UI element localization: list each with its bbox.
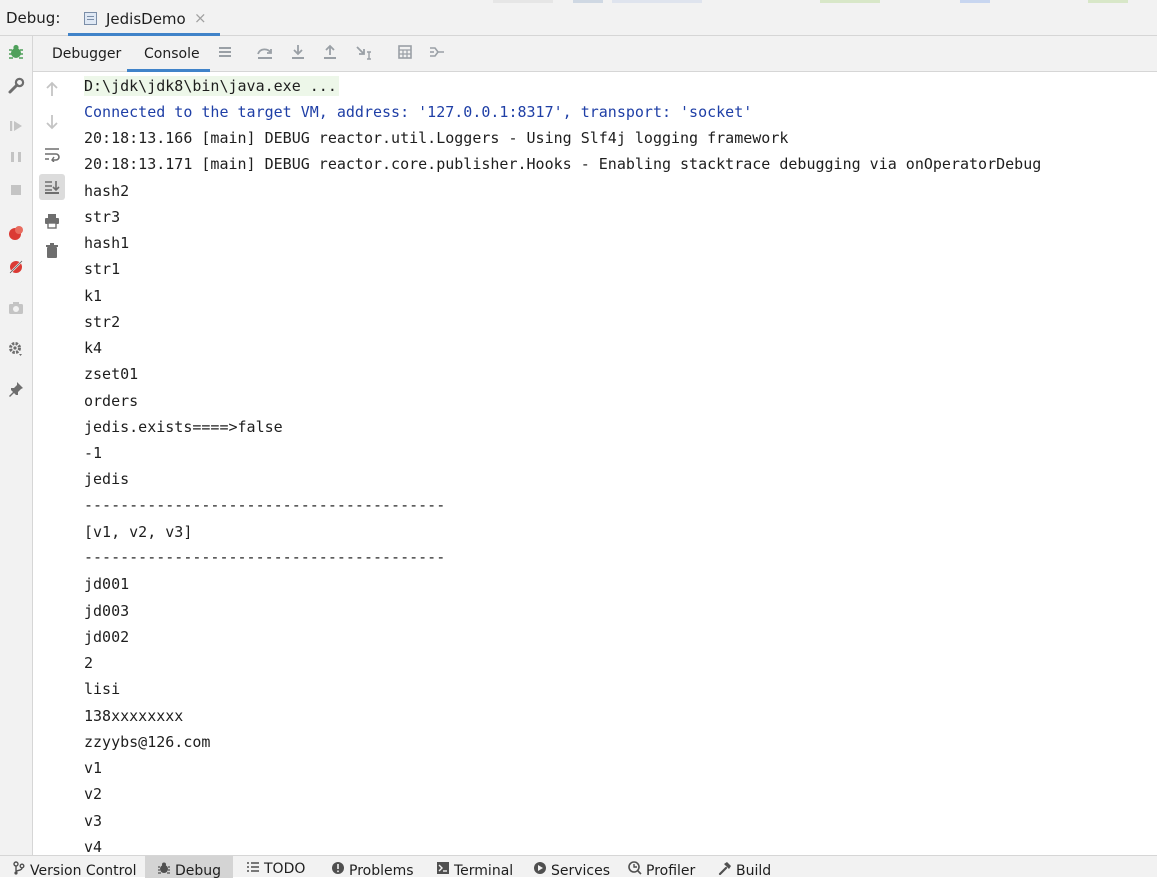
console-side-toolbar [33, 72, 71, 855]
soft-wrap-icon[interactable] [42, 146, 62, 166]
console-command-line: D:\jdk\jdk8\bin\java.exe ... [84, 76, 339, 96]
console-line: Connected to the target VM, address: '12… [84, 103, 753, 121]
pause-icon[interactable] [6, 149, 26, 169]
wrench-icon[interactable] [6, 77, 26, 97]
tool-todo-label: TODO [264, 861, 306, 877]
window-top-strip [0, 0, 1157, 3]
tool-problems[interactable]: Problems [331, 861, 414, 879]
print-icon[interactable] [42, 213, 62, 233]
console-line: ---------------------------------------- [84, 496, 446, 514]
tool-debug[interactable]: Debug [157, 861, 221, 879]
console-line: 20:18:13.171 [main] DEBUG reactor.core.p… [84, 155, 1042, 173]
terminal-icon [436, 861, 450, 879]
console-line: -1 [84, 444, 103, 462]
console-line: 20:18:13.166 [main] DEBUG reactor.util.L… [84, 129, 789, 147]
console-line: str1 [84, 260, 121, 278]
view-breakpoints-icon[interactable] [6, 224, 26, 244]
tab-console-indicator [127, 69, 210, 72]
bottom-tool-bar: Version Control Debug TODO Problems Term… [0, 855, 1157, 879]
tab-debugger[interactable]: Debugger [52, 46, 121, 62]
tool-build[interactable]: Build [718, 861, 771, 879]
show-execution-point-icon[interactable] [216, 44, 234, 64]
console-line: jd003 [84, 602, 130, 620]
console-line: 2 [84, 654, 94, 672]
mute-breakpoints-icon[interactable] [6, 258, 26, 278]
tool-todo[interactable]: TODO [246, 861, 305, 877]
console-line: v2 [84, 785, 103, 803]
console-line: jd001 [84, 575, 130, 593]
console-output[interactable]: D:\jdk\jdk8\bin\java.exe ... Connected t… [84, 73, 1157, 855]
tool-terminal[interactable]: Terminal [436, 861, 513, 879]
tool-version-control[interactable]: Version Control [12, 861, 137, 879]
console-line: hash1 [84, 234, 130, 252]
console-line: zset01 [84, 365, 139, 383]
tab-jedisdemo-label: JedisDemo [106, 10, 186, 28]
console-line: v4 [84, 838, 103, 855]
branch-icon [12, 861, 26, 879]
console-line: v1 [84, 759, 103, 777]
console-line: 138xxxxxxxx [84, 707, 184, 725]
services-icon [533, 861, 547, 879]
step-out-icon[interactable] [321, 44, 339, 64]
arrow-down-icon[interactable] [42, 114, 62, 134]
console-line: jedis [84, 470, 130, 488]
console-line: zzyybs@126.com [84, 733, 211, 751]
close-icon[interactable]: × [194, 9, 207, 27]
list-icon [246, 861, 260, 877]
tab-console[interactable]: Console [144, 46, 200, 62]
resume-icon[interactable] [6, 118, 26, 138]
debug-bug-icon[interactable] [6, 43, 26, 63]
arrow-up-icon[interactable] [42, 81, 62, 101]
console-line: str3 [84, 208, 121, 226]
tool-profiler[interactable]: Profiler [628, 861, 695, 879]
console-line: str2 [84, 313, 121, 331]
camera-icon[interactable] [6, 299, 26, 319]
bug-icon [157, 861, 171, 879]
console-line: jd002 [84, 628, 130, 646]
step-into-icon[interactable] [289, 44, 307, 64]
settings-gear-icon[interactable] [6, 340, 26, 360]
run-config-icon [84, 12, 97, 25]
console-line: hash2 [84, 182, 130, 200]
tab-jedisdemo[interactable]: JedisDemo × [68, 4, 220, 36]
hammer-icon [718, 861, 732, 879]
clear-all-trash-icon[interactable] [42, 243, 62, 263]
warning-circle-icon [331, 861, 345, 879]
console-line: lisi [84, 680, 121, 698]
step-over-icon[interactable] [256, 44, 274, 64]
evaluate-expression-icon[interactable] [396, 44, 414, 64]
run-to-cursor-icon[interactable] [355, 44, 373, 64]
debug-header: Debug: JedisDemo × [0, 0, 1157, 36]
pin-icon[interactable] [6, 380, 26, 400]
trace-current-stream-icon[interactable] [428, 44, 446, 64]
console-line: jedis.exists====>false [84, 418, 283, 436]
console-line: orders [84, 392, 139, 410]
stop-icon[interactable] [6, 182, 26, 202]
tool-services[interactable]: Services [533, 861, 610, 879]
debug-left-toolbar [0, 36, 33, 855]
console-line: ---------------------------------------- [84, 548, 446, 566]
debug-panel-title: Debug: [6, 9, 61, 27]
console-line: k1 [84, 287, 103, 305]
debug-tabs-bar: Debugger Console [33, 36, 1157, 72]
console-line: [v1, v2, v3] [84, 523, 193, 541]
scroll-to-end-icon[interactable] [39, 174, 65, 200]
profiler-icon [628, 861, 642, 879]
console-line: k4 [84, 339, 103, 357]
console-line: v3 [84, 812, 103, 830]
